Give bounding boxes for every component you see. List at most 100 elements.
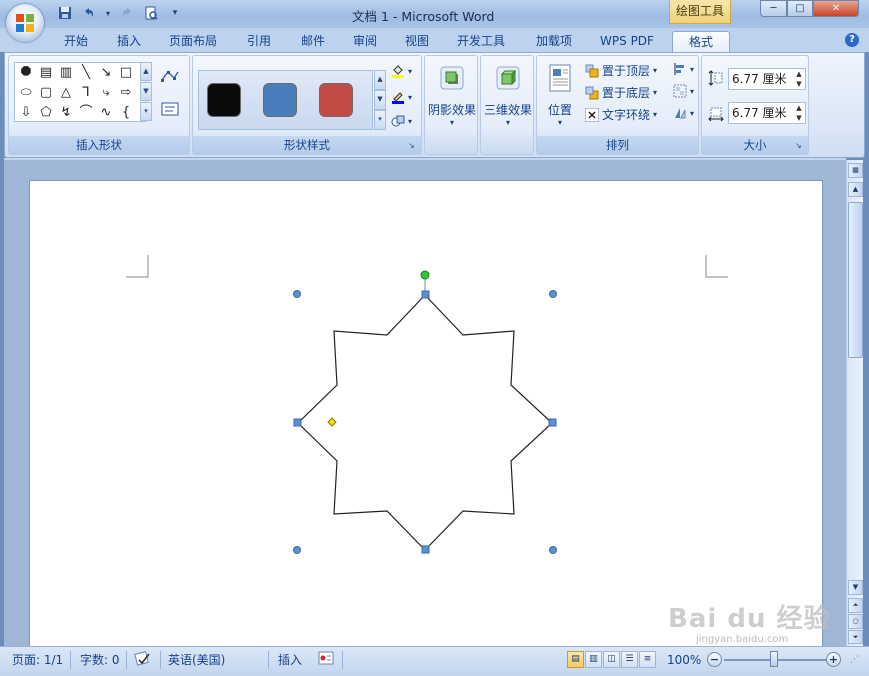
- customize-qat-icon[interactable]: ▾: [166, 4, 184, 22]
- tab-wps-pdf[interactable]: WPS PDF: [592, 31, 662, 52]
- shape-height-input[interactable]: 6.77 厘米 ▲ ▼: [728, 68, 806, 90]
- resize-grip-icon[interactable]: ⋰: [850, 651, 859, 669]
- height-spin-arrows-icon[interactable]: ▲ ▼: [793, 69, 805, 89]
- shape-elbow-arrow-icon[interactable]: ⤷: [97, 84, 115, 102]
- print-layout-view-button[interactable]: ▤: [567, 651, 584, 668]
- maximize-button[interactable]: □: [787, 0, 813, 17]
- save-icon[interactable]: [56, 4, 74, 22]
- previous-page-button[interactable]: ⏶: [848, 598, 863, 613]
- tab-mailings[interactable]: 邮件: [290, 31, 336, 52]
- style-swatch-blue[interactable]: [263, 83, 297, 117]
- draft-view-button[interactable]: ≡: [639, 651, 656, 668]
- shape-width-input[interactable]: 6.77 厘米 ▲ ▼: [728, 102, 806, 124]
- vertical-scrollbar[interactable]: ▦ ▲ ▼ ⏶ ○ ⏷: [846, 160, 863, 646]
- shape-octagon-icon[interactable]: ⯃: [17, 64, 35, 82]
- shadow-effects-button[interactable]: 阴影效果 ▾: [427, 62, 477, 127]
- shape-curve-icon[interactable]: ∿: [97, 104, 115, 122]
- print-preview-icon[interactable]: [142, 4, 160, 22]
- send-to-back-button[interactable]: 置于底层 ▾: [585, 84, 657, 101]
- draw-textbox-icon[interactable]: [159, 102, 181, 120]
- close-button[interactable]: ✕: [813, 0, 859, 17]
- shape-oval-icon[interactable]: ⬭: [17, 84, 35, 102]
- zoom-in-button[interactable]: +: [826, 652, 841, 667]
- shape-elbow-connector-icon[interactable]: ⅂: [77, 84, 95, 102]
- zoom-out-button[interactable]: −: [707, 652, 722, 667]
- resize-handle-top-right[interactable]: [549, 290, 557, 298]
- macro-record-icon[interactable]: [318, 651, 334, 670]
- resize-handle-bottom[interactable]: [421, 545, 430, 554]
- zoom-slider-thumb[interactable]: [770, 651, 778, 667]
- word-count[interactable]: 字数: 0: [80, 651, 120, 669]
- shape-line-icon[interactable]: ╲: [77, 64, 95, 82]
- 3d-effects-button[interactable]: 三维效果 ▾: [483, 62, 533, 127]
- help-icon[interactable]: ?: [845, 33, 859, 47]
- shape-vertical-textbox-icon[interactable]: ▥: [57, 64, 75, 82]
- minimize-button[interactable]: ─: [760, 0, 787, 17]
- tab-developer[interactable]: 开发工具: [448, 31, 514, 52]
- language-indicator[interactable]: 英语(美国): [168, 651, 225, 669]
- tab-home[interactable]: 开始: [52, 31, 100, 52]
- zoom-level[interactable]: 100%: [667, 651, 701, 669]
- shapes-scroll-down-button[interactable]: ▼: [140, 82, 152, 101]
- styles-more-button[interactable]: ▾: [374, 110, 386, 130]
- edit-shape-icon[interactable]: [159, 68, 181, 86]
- shape-rectangle-icon[interactable]: □: [117, 64, 135, 82]
- style-swatch-black[interactable]: [207, 83, 241, 117]
- tab-references[interactable]: 引用: [236, 31, 282, 52]
- shape-arc-icon[interactable]: ⌒: [77, 104, 95, 122]
- redo-icon[interactable]: [118, 4, 136, 22]
- browse-object-button[interactable]: ○: [848, 614, 863, 629]
- shape-brace-icon[interactable]: {: [117, 104, 135, 122]
- scroll-thumb[interactable]: [848, 202, 863, 358]
- outline-view-button[interactable]: ☰: [621, 651, 638, 668]
- shapes-scroll-up-button[interactable]: ▲: [140, 62, 152, 81]
- group-objects-button[interactable]: ▾: [673, 84, 694, 98]
- styles-scroll-up-button[interactable]: ▲: [374, 70, 386, 90]
- tab-review[interactable]: 审阅: [342, 31, 388, 52]
- tab-page-layout[interactable]: 页面布局: [160, 31, 226, 52]
- page-count[interactable]: 页面: 1/1: [12, 651, 63, 669]
- insert-mode-indicator[interactable]: 插入: [278, 651, 302, 669]
- shape-down-arrow-icon[interactable]: ⇩: [17, 104, 35, 122]
- shape-pentagon-icon[interactable]: ⬠: [37, 104, 55, 122]
- align-button[interactable]: ▾: [673, 62, 694, 76]
- shape-arrow-line-icon[interactable]: ↘: [97, 64, 115, 82]
- scroll-up-button[interactable]: ▲: [848, 182, 863, 197]
- shape-rounded-rect-icon[interactable]: ▢: [37, 84, 55, 102]
- resize-handle-top-left[interactable]: [293, 290, 301, 298]
- tab-insert[interactable]: 插入: [106, 31, 152, 52]
- shape-outline-button[interactable]: ▾: [391, 90, 412, 104]
- bring-to-front-button[interactable]: 置于顶层 ▾: [585, 62, 657, 79]
- rotation-handle[interactable]: [420, 270, 430, 280]
- change-shape-button[interactable]: ▾: [391, 114, 412, 128]
- shape-textbox-icon[interactable]: ▤: [37, 64, 55, 82]
- undo-dropdown-icon[interactable]: ▾: [104, 4, 112, 22]
- tab-view[interactable]: 视图: [394, 31, 440, 52]
- width-spin-arrows-icon[interactable]: ▲ ▼: [793, 103, 805, 123]
- rotate-button[interactable]: ▾: [673, 106, 694, 120]
- position-button[interactable]: 位置 ▾: [540, 62, 580, 127]
- shapes-more-button[interactable]: ▾: [140, 102, 152, 121]
- styles-scroll-down-button[interactable]: ▼: [374, 90, 386, 110]
- size-launcher-icon[interactable]: ↘: [795, 141, 805, 151]
- resize-handle-left[interactable]: [293, 418, 302, 427]
- text-wrapping-button[interactable]: 文字环绕 ▾: [585, 106, 657, 123]
- full-screen-reading-view-button[interactable]: ▥: [585, 651, 602, 668]
- shape-right-arrow-icon[interactable]: ⇨: [117, 84, 135, 102]
- resize-handle-top[interactable]: [421, 290, 430, 299]
- resize-handle-bottom-left[interactable]: [293, 546, 301, 554]
- resize-handle-bottom-right[interactable]: [549, 546, 557, 554]
- shape-triangle-icon[interactable]: △: [57, 84, 75, 102]
- web-layout-view-button[interactable]: ◫: [603, 651, 620, 668]
- document-page[interactable]: [29, 180, 823, 650]
- office-button[interactable]: [6, 4, 44, 42]
- tab-format[interactable]: 格式: [672, 31, 730, 52]
- shape-freeform-icon[interactable]: ↯: [57, 104, 75, 122]
- ruler-toggle-icon[interactable]: ▦: [848, 163, 863, 178]
- next-page-button[interactable]: ⏷: [848, 630, 863, 644]
- tab-add-ins[interactable]: 加载项: [524, 31, 584, 52]
- resize-handle-right[interactable]: [548, 418, 557, 427]
- proofing-icon[interactable]: [134, 651, 152, 672]
- shape-styles-launcher-icon[interactable]: ↘: [408, 141, 418, 151]
- scroll-down-button[interactable]: ▼: [848, 580, 863, 595]
